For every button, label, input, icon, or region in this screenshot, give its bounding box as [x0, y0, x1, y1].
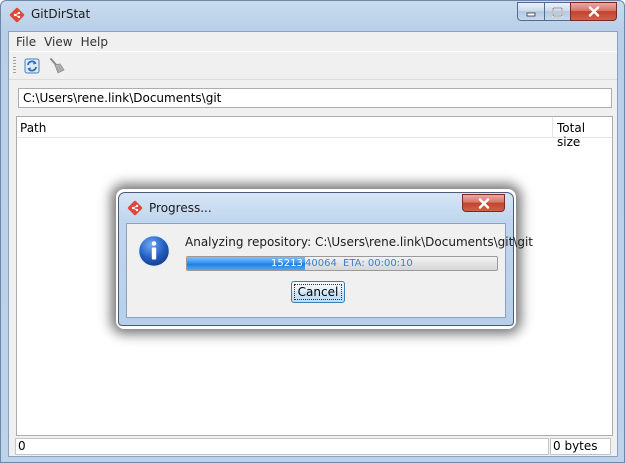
focus-rectangle — [294, 284, 342, 300]
dialog-title: Progress... — [149, 201, 212, 215]
progress-bar: 15213 40064 ETA: 00:00:10 — [186, 256, 498, 271]
toolbar-grip[interactable] — [13, 57, 16, 75]
minimize-icon — [526, 12, 536, 16]
progress-done-count: 15213 — [271, 258, 303, 269]
maximize-icon — [552, 6, 563, 17]
status-count: 0 — [15, 438, 549, 455]
git-logo-icon — [127, 200, 143, 216]
close-button[interactable] — [570, 2, 617, 21]
menu-view[interactable]: View — [40, 35, 76, 49]
table-header: Path Total size — [17, 117, 612, 149]
close-icon — [478, 197, 489, 209]
column-header-total-size[interactable]: Total size — [554, 117, 612, 149]
column-header-path[interactable]: Path — [17, 117, 553, 138]
menu-bar: File View Help — [9, 32, 617, 52]
menu-help[interactable]: Help — [77, 35, 112, 49]
dialog-message: Analyzing repository: C:\Users\rene.link… — [185, 235, 533, 249]
status-total-size: 0 bytes — [550, 438, 611, 455]
menu-file[interactable]: File — [12, 35, 40, 49]
dialog-close-button[interactable] — [462, 194, 505, 212]
window-title: GitDirStat — [31, 7, 91, 21]
cancel-button[interactable]: Cancel — [291, 281, 345, 303]
git-logo-icon — [9, 7, 25, 23]
dialog-body: Analyzing repository: C:\Users\rene.link… — [126, 223, 533, 318]
minimize-button[interactable] — [517, 2, 545, 21]
maximize-button[interactable] — [544, 2, 571, 21]
progress-text: 15213 40064 ETA: 00:00:10 — [187, 257, 497, 270]
close-icon — [588, 6, 599, 17]
status-bar: 0 0 bytes — [9, 434, 617, 456]
progress-eta: ETA: 00:00:10 — [343, 258, 413, 269]
clean-button[interactable] — [47, 56, 67, 76]
progress-total-count: 40064 — [305, 258, 337, 269]
titlebar[interactable]: GitDirStat — [1, 1, 624, 29]
refresh-icon — [24, 58, 40, 74]
info-icon — [137, 234, 171, 268]
broom-icon — [50, 58, 65, 74]
path-input[interactable]: C:\Users\rene.link\Documents\git — [18, 88, 612, 108]
progress-dialog: Progress... Analyzing repository: C:\Use… — [118, 192, 533, 326]
refresh-button[interactable] — [22, 56, 42, 76]
toolbar — [9, 52, 617, 80]
